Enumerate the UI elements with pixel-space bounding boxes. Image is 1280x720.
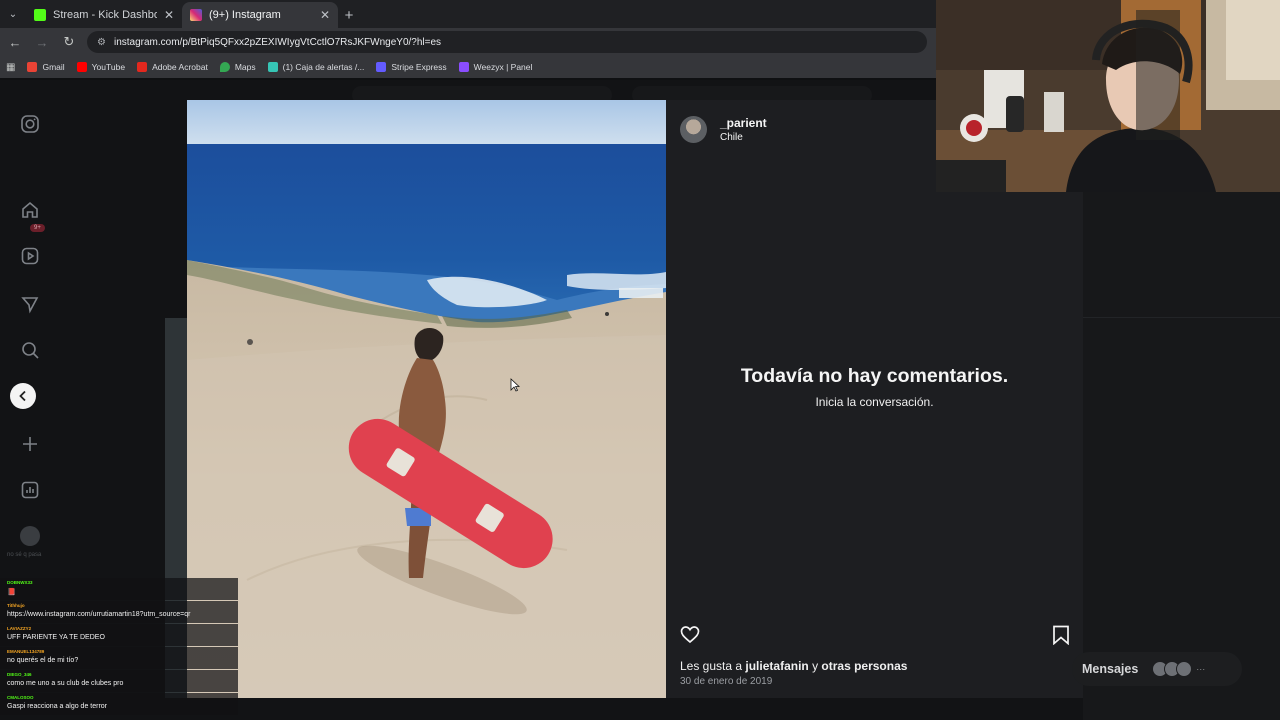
site-info-icon[interactable]: ⚙	[97, 37, 106, 48]
post-date: 30 de enero de 2019	[680, 676, 773, 687]
messages-button[interactable]: Mensajes ···	[1072, 652, 1242, 686]
chat-text: UFF PARIENTE YA TE DEDEO	[7, 634, 105, 641]
bookmark-youtube[interactable]: YouTube	[76, 62, 125, 72]
close-tab-icon[interactable]: ✕	[164, 8, 174, 22]
chat-username: Tithhujo	[7, 603, 25, 608]
bookmark-caja-de-alertas[interactable]: (1) Caja de alertas /...	[267, 62, 364, 72]
like-heart-icon[interactable]	[680, 625, 700, 645]
profile-avatar[interactable]	[20, 526, 40, 546]
likes-prefix: Les gusta a	[680, 659, 746, 673]
start-conversation-text: Inicia la conversación.	[815, 395, 934, 409]
close-tab-icon[interactable]: ✕	[320, 8, 330, 22]
home-icon[interactable]	[20, 200, 40, 220]
chat-text: https://www.instagram.com/urrutiamartin1…	[7, 611, 191, 618]
new-tab-button[interactable]: +	[338, 2, 360, 28]
likes-summary[interactable]: Les gusta a julietafanin y otras persona…	[680, 659, 907, 673]
gmail-icon	[27, 62, 38, 72]
chat-text: 📕	[7, 589, 16, 596]
tab-search-icon[interactable]: ⌄	[0, 0, 26, 28]
bookmark-maps[interactable]: Maps	[219, 62, 256, 72]
address-bar[interactable]: ⚙ instagram.com/p/BtPiq5QFxx2pZEXIWIygVt…	[87, 31, 927, 53]
create-plus-icon[interactable]	[20, 434, 40, 454]
browser-toolbar: ← → ↻ ⚙ instagram.com/p/BtPiq5QFxx2pZEXI…	[0, 28, 936, 56]
notification-badge: 9+	[30, 224, 45, 232]
mouse-cursor-icon	[510, 378, 520, 392]
stripe-icon	[376, 62, 387, 72]
likes-suffix: y	[808, 659, 822, 673]
likes-others[interactable]: otras personas	[821, 659, 907, 673]
likes-user[interactable]: julietafanin	[745, 659, 808, 673]
chat-status-text: no sé q pasa	[7, 552, 42, 558]
bookmark-adobe-acrobat[interactable]: Adobe Acrobat	[137, 62, 208, 72]
no-comments-title: Todavía no hay comentarios.	[740, 365, 1009, 387]
message-avatars	[1152, 661, 1193, 677]
reels-icon[interactable]	[20, 246, 40, 266]
chat-message: Tithhujo https://www.instagram.com/urrut…	[0, 601, 238, 623]
instagram-favicon-icon	[190, 9, 202, 21]
kick-favicon-icon	[34, 9, 46, 21]
chat-text: como me uno a su club de clubes pro	[7, 680, 124, 687]
background-content	[1083, 192, 1280, 720]
more-icon: ···	[1196, 664, 1206, 674]
chat-message: EMANUEL134789 no querés el de mi tío?	[0, 647, 238, 669]
messenger-icon[interactable]	[20, 294, 40, 314]
instagram-logo-icon[interactable]	[20, 114, 40, 134]
chat-username: LAVIAZZY2	[7, 626, 32, 631]
chat-username: DOBNWX33	[7, 580, 33, 585]
back-button[interactable]: ←	[3, 30, 27, 54]
chevron-left-icon	[19, 390, 26, 402]
chat-username: EMANUEL134789	[7, 649, 45, 654]
chat-message: DIEGO_346 como me uno a su club de clube…	[0, 670, 238, 692]
reload-button[interactable]: ↻	[57, 30, 81, 54]
bookmarks-bar: ▦ Gmail YouTube Adobe Acrobat Maps (1) C…	[0, 56, 936, 78]
chat-message: DOBNWX33 📕	[0, 578, 238, 600]
stream-chat-overlay: DOBNWX33 📕 Tithhujo https://www.instagra…	[0, 578, 238, 716]
weezyx-icon	[458, 62, 469, 72]
browser-tab-strip: ⌄ Stream - Kick Dashboard ✕ (9+) Instagr…	[0, 0, 936, 28]
author-username[interactable]: _parient	[720, 116, 767, 130]
chat-message: LAVIAZZY2 UFF PARIENTE YA TE DEDEO	[0, 624, 238, 646]
bookmark-gmail[interactable]: Gmail	[27, 62, 65, 72]
maps-pin-icon	[219, 62, 230, 72]
dashboard-icon[interactable]	[20, 480, 40, 500]
search-icon[interactable]	[20, 340, 40, 360]
alerts-box-icon	[267, 62, 278, 72]
url-text: instagram.com/p/BtPiq5QFxx2pZEXIWIygVtCc…	[113, 36, 442, 48]
chat-text: Gaspi reacciona a algo de terror	[7, 703, 107, 710]
apps-grid-icon[interactable]: ▦	[6, 62, 15, 73]
youtube-icon	[76, 62, 87, 72]
tab-instagram[interactable]: (9+) Instagram ✕	[182, 2, 338, 28]
webcam-overlay	[936, 0, 1280, 192]
previous-post-button[interactable]	[10, 383, 36, 409]
save-bookmark-icon[interactable]	[1052, 625, 1070, 645]
tab-kick-dashboard[interactable]: Stream - Kick Dashboard ✕	[26, 2, 182, 28]
post-photo[interactable]	[187, 100, 666, 698]
post-location[interactable]: Chile	[720, 132, 743, 143]
messages-label: Mensajes	[1082, 662, 1139, 676]
bookmark-weezyx-panel[interactable]: Weezyx | Panel	[458, 62, 532, 72]
bookmark-stripe-express[interactable]: Stripe Express	[376, 62, 447, 72]
chat-message: CMALOSOO Gaspi reacciona a algo de terro…	[0, 693, 238, 715]
author-avatar[interactable]	[680, 116, 707, 143]
chat-username: DIEGO_346	[7, 672, 32, 677]
chat-username: CMALOSOO	[7, 695, 34, 700]
tab-title: Stream - Kick Dashboard	[53, 9, 157, 21]
tab-title: (9+) Instagram	[209, 9, 281, 21]
forward-button[interactable]: →	[30, 30, 54, 54]
chat-text: no querés el de mi tío?	[7, 657, 79, 664]
acrobat-icon	[137, 62, 148, 72]
